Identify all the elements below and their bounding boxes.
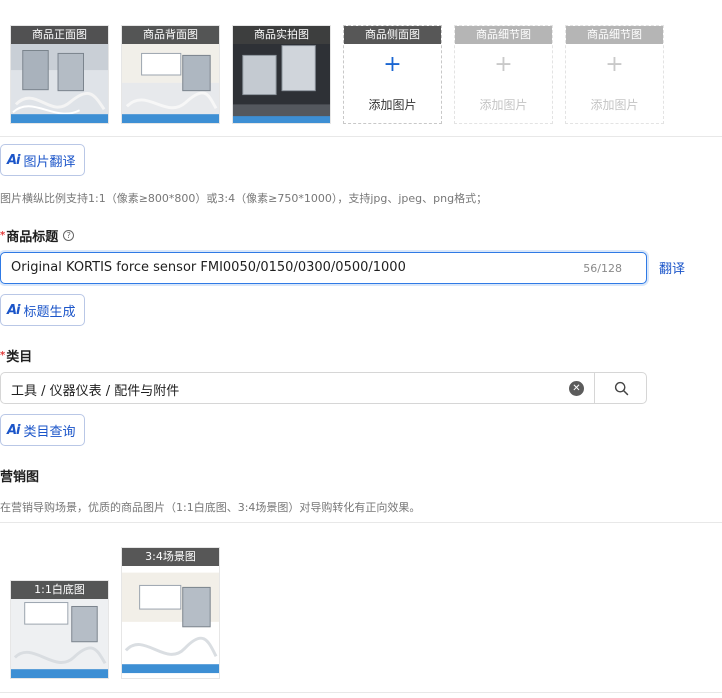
- title-label-text: 商品标题: [6, 230, 59, 245]
- image-translate-button[interactable]: Ai 图片翻译: [0, 144, 85, 176]
- clear-icon[interactable]: ✕: [569, 381, 584, 396]
- slot-label: 1:1白底图: [11, 581, 108, 599]
- slot-label: 商品细节图: [455, 26, 552, 44]
- ai-icon: Ai: [7, 302, 20, 318]
- category-query-button[interactable]: Ai 类目查询: [0, 414, 85, 446]
- divider: [0, 136, 722, 137]
- required-mark: *: [0, 350, 6, 361]
- ai-icon: Ai: [7, 152, 20, 168]
- add-image-text: 添加图片: [590, 98, 639, 112]
- marketing-slot-scene[interactable]: 3:4场景图: [121, 547, 220, 679]
- image-slot-real[interactable]: 商品实拍图: [232, 25, 331, 124]
- image-slot-front[interactable]: 商品正面图: [10, 25, 109, 124]
- slot-label: 商品正面图: [11, 26, 108, 44]
- button-label: 类目查询: [23, 424, 76, 440]
- title-value: Original KORTIS force sensor FMI0050/015…: [11, 260, 406, 275]
- slot-label: 3:4场景图: [122, 548, 219, 566]
- plus-icon: +: [494, 52, 513, 77]
- button-label: 图片翻译: [23, 154, 76, 170]
- marketing-photo-scene: [122, 548, 219, 678]
- divider: [0, 692, 722, 693]
- category-label: * 类目: [0, 346, 32, 365]
- add-image-text: 添加图片: [368, 98, 417, 112]
- marketing-title: 营销图: [0, 470, 40, 485]
- translate-link[interactable]: 翻译: [659, 258, 685, 277]
- image-slot-detail-1: 商品细节图 + 添加图片: [454, 25, 553, 124]
- category-search-button[interactable]: [594, 372, 647, 404]
- slot-label: 商品实拍图: [233, 26, 330, 44]
- help-icon[interactable]: ?: [63, 230, 75, 241]
- required-mark: *: [0, 230, 6, 241]
- slot-label: 商品侧面图: [344, 26, 441, 44]
- char-counter: 56/128: [583, 262, 622, 275]
- plus-icon: +: [383, 52, 402, 77]
- divider: [0, 522, 722, 523]
- category-label-text: 类目: [6, 350, 33, 365]
- image-slot-detail-2: 商品细节图 + 添加图片: [565, 25, 664, 124]
- image-slot-side[interactable]: 商品侧面图 + 添加图片: [343, 25, 442, 124]
- slot-label: 商品细节图: [566, 26, 663, 44]
- marketing-slot-square[interactable]: 1:1白底图: [10, 580, 109, 679]
- image-slot-back[interactable]: 商品背面图: [121, 25, 220, 124]
- marketing-hint: 在营销导购场景，优质的商品图片（1:1白底图、3:4场景图）对导购转化有正向效果…: [0, 501, 421, 514]
- search-icon: [614, 381, 629, 396]
- title-label: * 商品标题 ?: [0, 226, 75, 245]
- category-select[interactable]: 工具 / 仪器仪表 / 配件与附件 ✕: [0, 372, 595, 404]
- slot-label: 商品背面图: [122, 26, 219, 44]
- category-value: 工具 / 仪器仪表 / 配件与附件: [11, 384, 180, 399]
- plus-icon: +: [605, 52, 624, 77]
- title-generate-button[interactable]: Ai 标题生成: [0, 294, 85, 326]
- image-format-hint: 图片横纵比例支持1:1（像素≥800*800）或3:4（像素≥750*1000）…: [0, 192, 488, 205]
- ai-icon: Ai: [7, 422, 20, 438]
- title-input[interactable]: Original KORTIS force sensor FMI0050/015…: [0, 252, 647, 284]
- add-image-text: 添加图片: [479, 98, 528, 112]
- button-label: 标题生成: [23, 304, 76, 320]
